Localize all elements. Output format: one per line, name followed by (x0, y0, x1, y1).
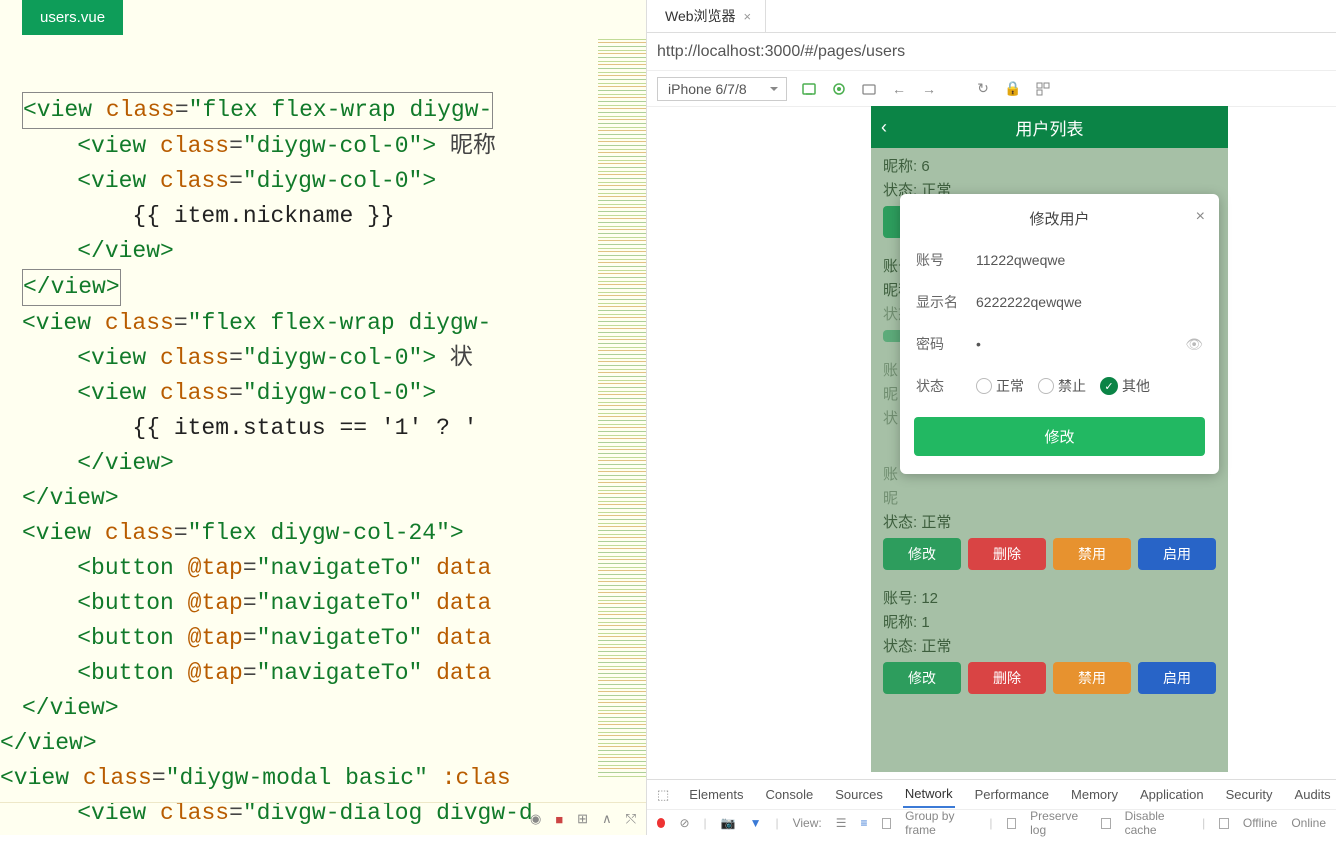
modify-button[interactable]: 修改 (883, 662, 961, 694)
disable-cache-checkbox[interactable] (1101, 818, 1111, 829)
user-card: 账 昵 状态: 正常 修改 删除 禁用 启用 (871, 456, 1228, 580)
radio-icon (976, 378, 992, 394)
status-radio-group: 正常 禁止 ✓其他 (976, 376, 1150, 396)
user-card: 账号: 12 昵称: 1 状态: 正常 修改 删除 禁用 启用 (871, 580, 1228, 704)
code-editor[interactable]: <view class="flex flex-wrap diygw- <view… (0, 39, 646, 866)
devtools-tab-performance[interactable]: Performance (973, 782, 1051, 807)
phone-back-icon[interactable]: ‹ (881, 117, 887, 138)
editor-panel: users.vue <view class="flex flex-wrap di… (0, 0, 646, 835)
run-icon[interactable]: ◉ (530, 811, 541, 827)
devtools-tab-application[interactable]: Application (1138, 782, 1206, 807)
devtools-tabs: ⬚ Elements Console Sources Network Perfo… (647, 780, 1336, 810)
enable-button[interactable]: 启用 (1138, 538, 1216, 570)
url-text: http://localhost:3000/#/pages/users (657, 43, 905, 61)
radio-normal[interactable]: 正常 (976, 376, 1024, 396)
camera-icon[interactable]: 📷 (721, 816, 736, 830)
radio-icon (1038, 378, 1054, 394)
view-label: View: (793, 816, 822, 830)
file-tab[interactable]: users.vue (22, 0, 123, 35)
browser-tab-row: Web浏览器 × (647, 0, 1336, 33)
sync-icon[interactable] (801, 81, 817, 97)
modify-button[interactable]: 修改 (883, 538, 961, 570)
offline-checkbox[interactable] (1219, 818, 1229, 829)
browser-panel: Web浏览器 × http://localhost:3000/#/pages/u… (646, 0, 1336, 835)
devtools-tab-elements[interactable]: Elements (687, 782, 745, 807)
modal-title: 修改用户 (1029, 211, 1089, 228)
account-input[interactable]: 11222qweqwe (976, 252, 1203, 268)
delete-button[interactable]: 删除 (968, 662, 1046, 694)
edit-user-modal: 修改用户 × 账号 11222qweqwe 显示名 6222222qewqwe … (900, 194, 1219, 474)
account-field: 账号 11222qweqwe (900, 239, 1219, 281)
caret-icon[interactable]: ∧ (602, 811, 612, 827)
check-icon: ✓ (1100, 377, 1118, 395)
reload-icon[interactable]: ↻ (975, 81, 991, 97)
view-list-icon[interactable]: ☰ (836, 816, 847, 830)
devtools-tab-console[interactable]: Console (764, 782, 816, 807)
browser-toolbar: iPhone 6/7/8 ← → ↻ 🔒 (647, 71, 1336, 107)
display-label: 显示名 (916, 292, 976, 312)
status-label: 状态 (916, 376, 976, 396)
back-icon[interactable]: ← (891, 81, 907, 97)
close-icon[interactable]: × (744, 9, 752, 24)
clear-icon[interactable]: ⊘ (679, 816, 689, 830)
delete-button[interactable]: 删除 (968, 538, 1046, 570)
stop-icon[interactable]: ■ (555, 812, 563, 827)
gear-icon[interactable] (831, 81, 847, 97)
devtools-tab-audits[interactable]: Audits (1293, 782, 1333, 807)
disable-button[interactable]: 禁用 (1053, 538, 1131, 570)
phone-title: 用户列表 (1016, 115, 1084, 140)
browser-tab-title: Web浏览器 (665, 6, 736, 26)
password-input[interactable]: • (976, 336, 1185, 352)
devtools-tab-memory[interactable]: Memory (1069, 782, 1120, 807)
box-icon[interactable]: ⊞ (577, 811, 588, 827)
view-waterfall-icon[interactable]: ≡ (861, 816, 868, 830)
modal-submit-button[interactable]: 修改 (914, 417, 1205, 456)
password-field: 密码 • 👁 (900, 323, 1219, 365)
password-label: 密码 (916, 334, 976, 354)
group-checkbox[interactable] (882, 818, 892, 829)
preserve-checkbox[interactable] (1007, 818, 1017, 829)
modal-title-bar: 修改用户 × (900, 194, 1219, 239)
browser-tab[interactable]: Web浏览器 × (655, 0, 766, 32)
nickname-value: 6 (921, 158, 929, 175)
phone-header: ‹ 用户列表 (871, 106, 1228, 148)
lock-icon[interactable]: 🔒 (1005, 81, 1021, 97)
screenshot-icon[interactable] (861, 81, 877, 97)
online-select[interactable]: Online (1291, 816, 1326, 830)
enable-button[interactable]: 启用 (1138, 662, 1216, 694)
shuffle-icon[interactable]: ⤲ (626, 811, 636, 827)
filter-icon[interactable]: ▼ (750, 816, 762, 830)
close-icon[interactable]: × (1196, 208, 1205, 226)
forward-icon[interactable]: → (921, 81, 937, 97)
devtools: ⬚ Elements Console Sources Network Perfo… (647, 779, 1336, 835)
inspect-icon[interactable]: ⬚ (657, 787, 669, 803)
editor-tab-bar: users.vue (0, 0, 646, 39)
editor-bottom-toolbar: ◉ ■ ⊞ ∧ ⤲ (0, 802, 646, 835)
display-input[interactable]: 6222222qewqwe (976, 294, 1203, 310)
device-select[interactable]: iPhone 6/7/8 (657, 77, 787, 101)
record-icon[interactable] (657, 818, 665, 828)
qrcode-icon[interactable] (1035, 81, 1051, 97)
status-field: 状态 正常 禁止 ✓其他 (900, 365, 1219, 407)
url-bar[interactable]: http://localhost:3000/#/pages/users (647, 33, 1336, 71)
radio-forbid[interactable]: 禁止 (1038, 376, 1086, 396)
nickname-label: 昵称: (883, 158, 917, 175)
devtools-tab-sources[interactable]: Sources (833, 782, 885, 807)
display-field: 显示名 6222222qewqwe (900, 281, 1219, 323)
disable-button[interactable]: 禁用 (1053, 662, 1131, 694)
minimap[interactable] (598, 39, 646, 777)
radio-other[interactable]: ✓其他 (1100, 376, 1150, 396)
eye-icon[interactable]: 👁 (1185, 336, 1203, 353)
devtools-subbar: ⊘ | 📷 ▼ | View: ☰ ≡ Group by frame | Pre… (647, 810, 1336, 836)
account-label: 账号 (916, 250, 976, 270)
devtools-tab-network[interactable]: Network (903, 781, 955, 808)
devtools-tab-security[interactable]: Security (1224, 782, 1275, 807)
